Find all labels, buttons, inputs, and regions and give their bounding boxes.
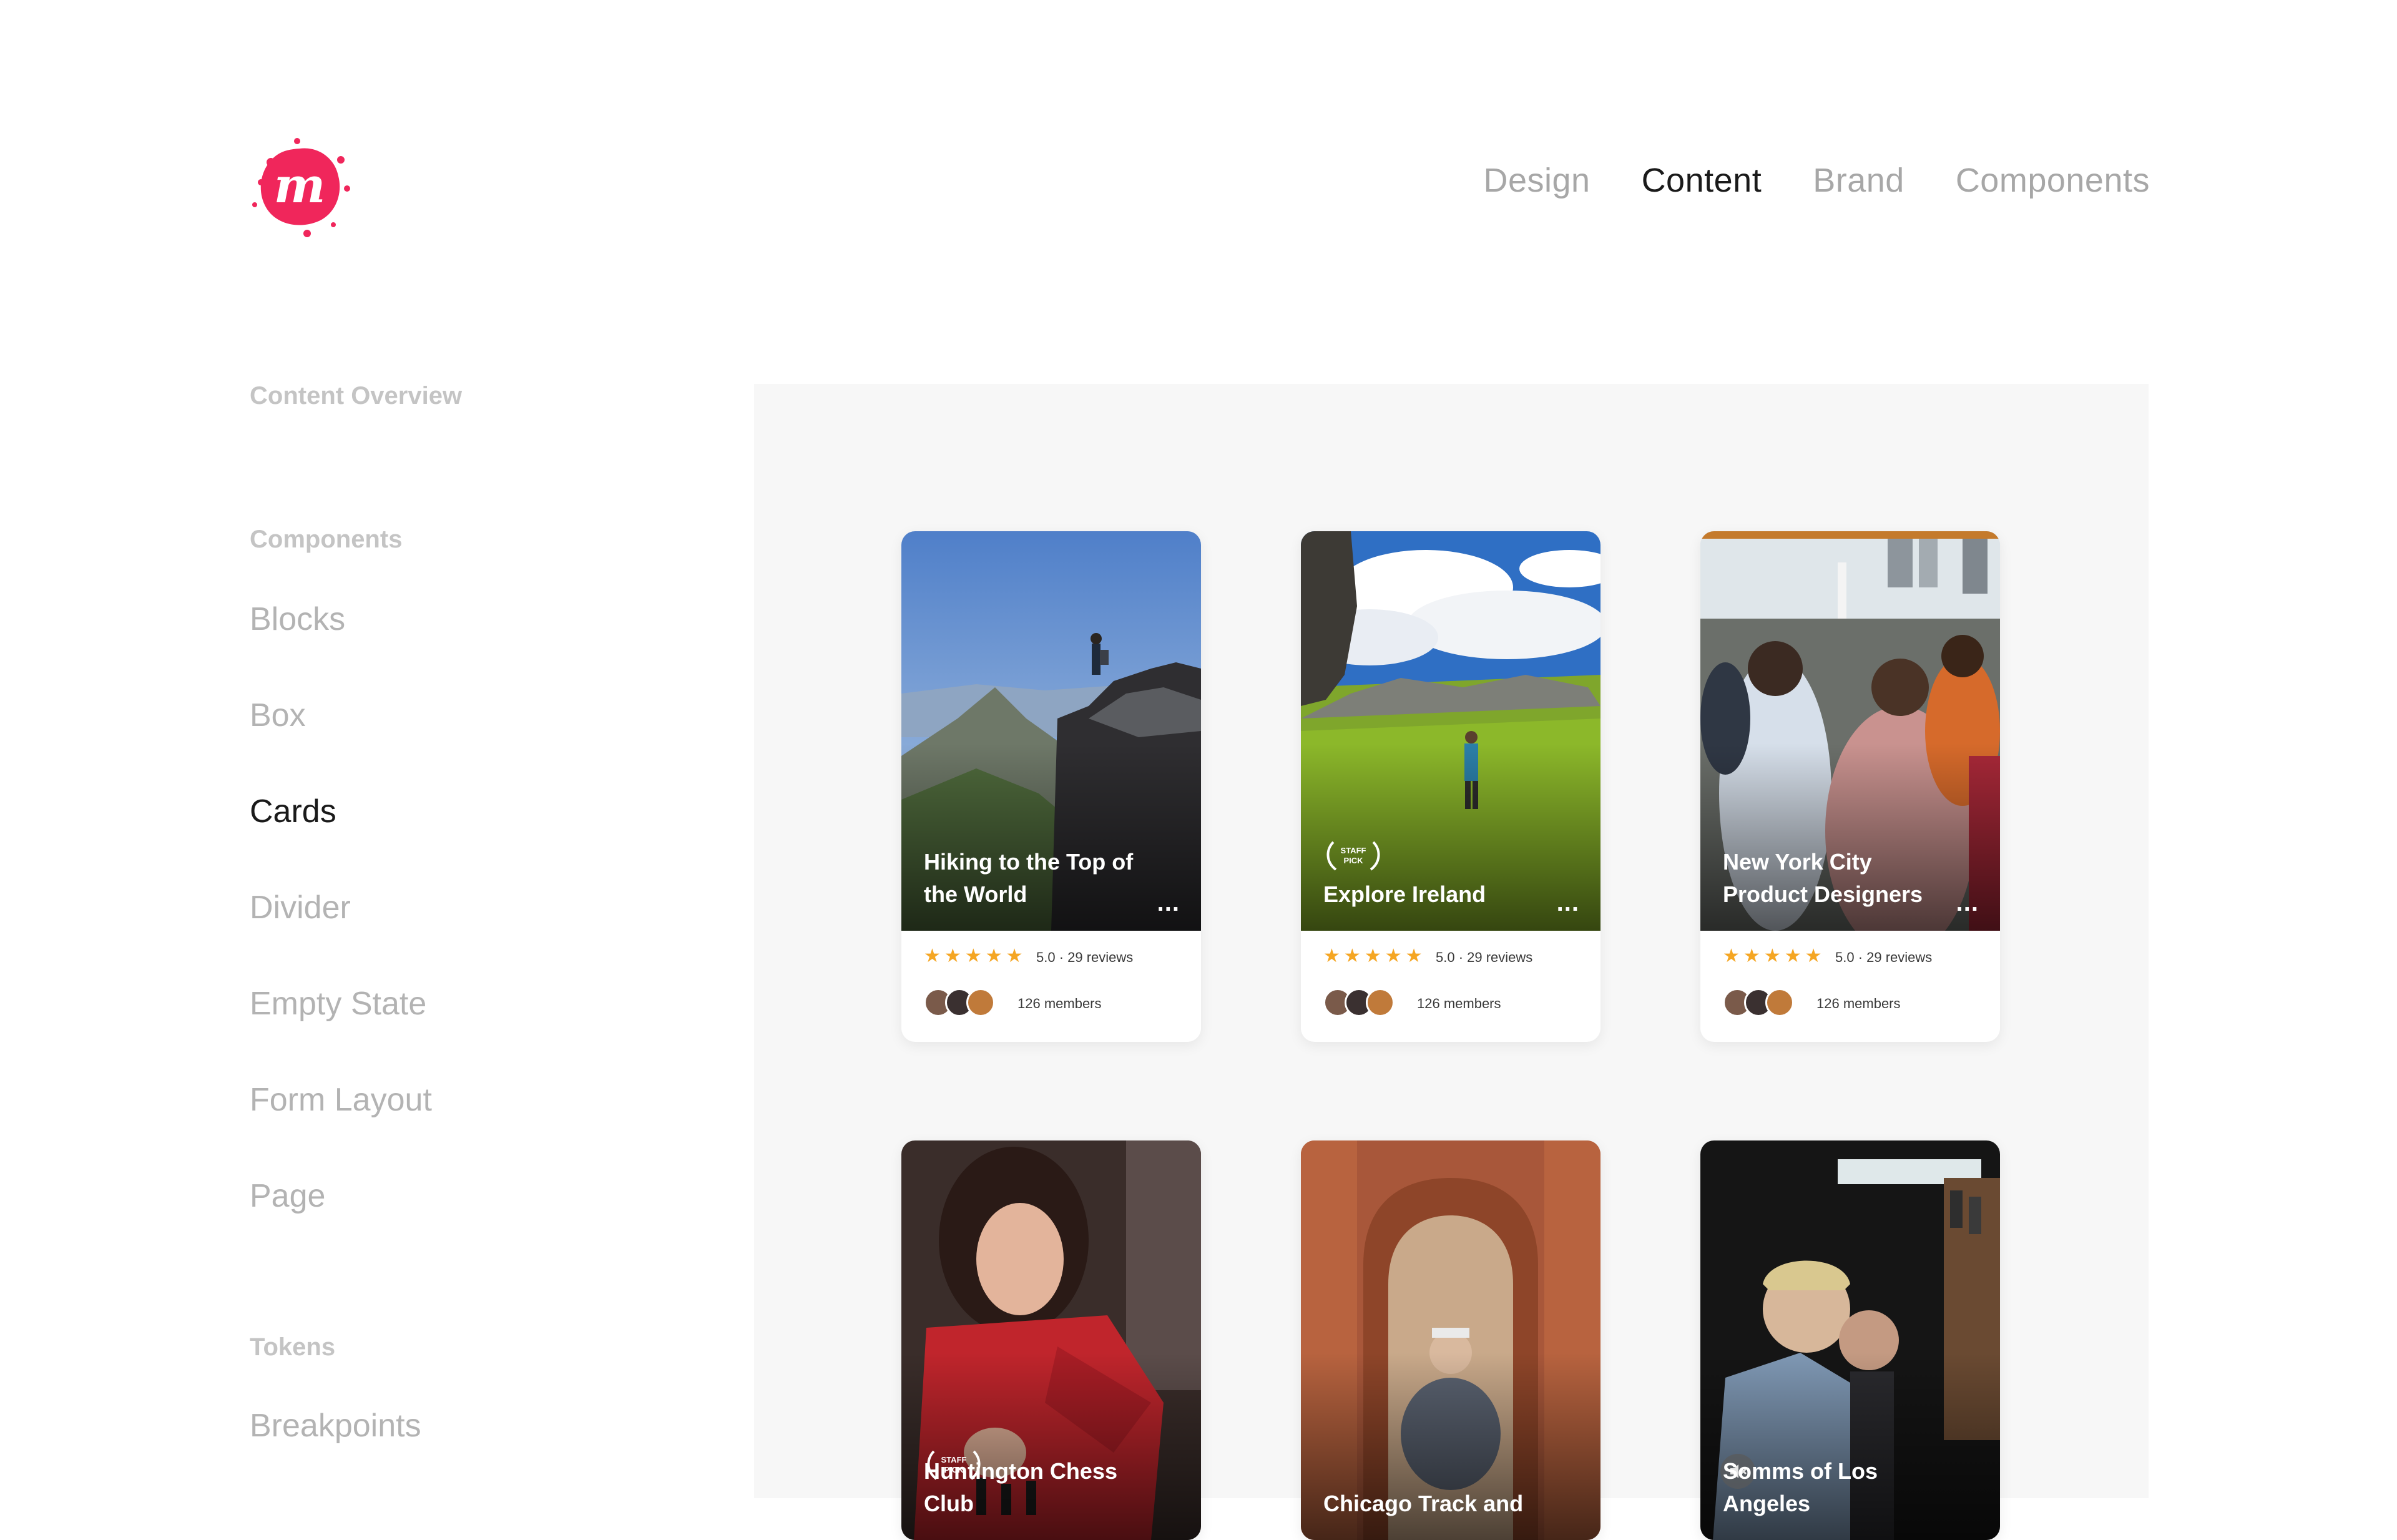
- star-icon: ★: [944, 946, 961, 966]
- star-icon: ★: [1323, 946, 1340, 966]
- nav-design[interactable]: Design: [1483, 161, 1590, 200]
- sidebar-item-empty-state[interactable]: Empty State: [250, 985, 426, 1023]
- card-title: Hiking to the Top of the World: [924, 849, 1134, 907]
- sidebar-item-form-layout[interactable]: Form Layout: [250, 1081, 432, 1119]
- more-options-icon[interactable]: ...: [1557, 889, 1579, 917]
- star-icon: ★: [1006, 946, 1023, 966]
- sidebar-item-divider[interactable]: Divider: [250, 889, 351, 926]
- rating-stars: ★ ★ ★ ★ ★: [1723, 947, 1822, 966]
- member-avatars: [924, 988, 995, 1017]
- card-image: New York City Product Designers ...: [1700, 531, 2000, 931]
- star-icon: ★: [1385, 946, 1402, 966]
- nav-content[interactable]: Content: [1642, 161, 1762, 200]
- card-image: Somms of Los Angeles: [1700, 1140, 2000, 1540]
- star-icon: ★: [1743, 946, 1760, 966]
- more-options-icon[interactable]: ...: [1157, 889, 1180, 917]
- nav-components[interactable]: Components: [1956, 161, 2150, 200]
- avatar: [966, 988, 995, 1017]
- event-card[interactable]: New York City Product Designers ... ★ ★ …: [1700, 531, 2000, 1042]
- star-icon: ★: [1343, 946, 1361, 966]
- card-footer: ★ ★ ★ ★ ★ 5.0 · 29 reviews 126 members: [901, 931, 1201, 1042]
- card-title: Explore Ireland: [1323, 881, 1486, 907]
- star-icon: ★: [1364, 946, 1381, 966]
- staff-pick-badge-icon: STAFF PICK: [1326, 841, 1380, 871]
- svg-text:STAFF: STAFF: [1341, 846, 1366, 855]
- card-image: Chicago Track and: [1301, 1140, 1600, 1540]
- member-avatars: [1323, 988, 1395, 1017]
- rating-stars: ★ ★ ★ ★ ★: [924, 947, 1023, 966]
- star-icon: ★: [924, 946, 941, 966]
- sidebar-heading-tokens: Tokens: [250, 1333, 336, 1361]
- event-card[interactable]: Somms of Los Angeles: [1700, 1140, 2000, 1540]
- rating-stars: ★ ★ ★ ★ ★: [1323, 947, 1423, 966]
- star-icon: ★: [985, 946, 1002, 966]
- card-image: STAFF PICK Explore Ireland ...: [1301, 531, 1600, 931]
- sidebar-content-overview[interactable]: Content Overview: [250, 382, 462, 410]
- sidebar-item-blocks[interactable]: Blocks: [250, 601, 345, 638]
- member-avatars: [1723, 988, 1794, 1017]
- event-card[interactable]: Hiking to the Top of the World ... ★ ★ ★…: [901, 531, 1201, 1042]
- star-icon: ★: [1405, 946, 1423, 966]
- card-footer: ★ ★ ★ ★ ★ 5.0 · 29 reviews 126 members: [1700, 931, 2000, 1042]
- sidebar-item-box[interactable]: Box: [250, 697, 306, 734]
- star-icon: ★: [1805, 946, 1822, 966]
- sidebar: Content Overview Components Blocks Box C…: [250, 0, 724, 1498]
- card-title: Somms of Los Angeles: [1723, 1458, 1878, 1516]
- rating-text: 5.0 · 29 reviews: [1436, 949, 1533, 965]
- star-icon: ★: [964, 946, 982, 966]
- event-card[interactable]: Chicago Track and: [1301, 1140, 1600, 1540]
- event-card[interactable]: STAFF PICK Explore Ireland ... ★ ★ ★ ★ ★…: [1301, 531, 1600, 1042]
- card-preview-panel: Hiking to the Top of the World ... ★ ★ ★…: [754, 384, 2149, 1540]
- star-icon: ★: [1723, 946, 1740, 966]
- avatar: [1366, 988, 1395, 1017]
- rating-text: 5.0 · 29 reviews: [1036, 949, 1134, 965]
- sidebar-item-cards[interactable]: Cards: [250, 793, 336, 830]
- event-card[interactable]: STAFF PICK Huntington Chess Club: [901, 1140, 1201, 1540]
- star-icon: ★: [1784, 946, 1801, 966]
- card-image: Hiking to the Top of the World ...: [901, 531, 1201, 931]
- sidebar-item-breakpoints[interactable]: Breakpoints: [250, 1407, 421, 1444]
- members-count: 126 members: [1417, 996, 1501, 1011]
- avatar: [1765, 988, 1794, 1017]
- members-count: 126 members: [1816, 996, 1901, 1011]
- top-nav: Design Content Brand Components: [1483, 161, 2150, 200]
- members-count: 126 members: [1017, 996, 1102, 1011]
- card-title: New York City Product Designers: [1723, 849, 1923, 907]
- star-icon: ★: [1763, 946, 1781, 966]
- card-footer: ★ ★ ★ ★ ★ 5.0 · 29 reviews 126 members: [1301, 931, 1600, 1042]
- more-options-icon[interactable]: ...: [1956, 889, 1979, 917]
- card-title: Huntington Chess Club: [924, 1458, 1117, 1516]
- svg-text:PICK: PICK: [1343, 856, 1363, 865]
- nav-brand[interactable]: Brand: [1813, 161, 1904, 200]
- sidebar-heading-components: Components: [250, 526, 403, 553]
- card-title: Chicago Track and: [1323, 1491, 1524, 1516]
- card-image: STAFF PICK Huntington Chess Club: [901, 1140, 1201, 1540]
- sidebar-item-page[interactable]: Page: [250, 1177, 325, 1215]
- rating-text: 5.0 · 29 reviews: [1835, 949, 1933, 965]
